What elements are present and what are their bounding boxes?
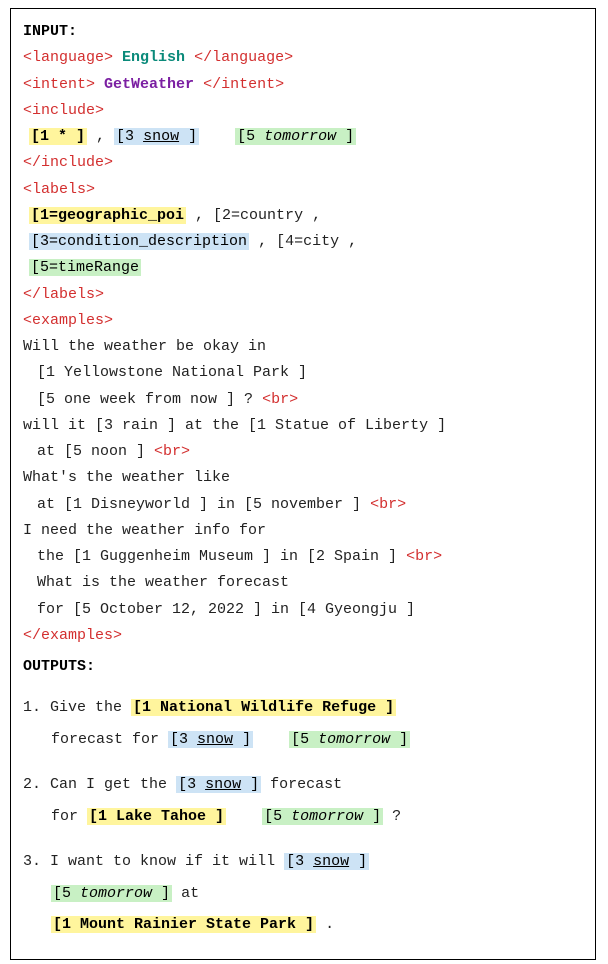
tag-examples-close: </examples> (23, 627, 122, 644)
output-1-slot5: [5 tomorrow ] (289, 731, 410, 748)
br-tag: <br> (370, 496, 406, 513)
example-3b: at [1 Disneyworld ] in [5 november ] (37, 496, 361, 513)
output-3-slot5: [5 tomorrow ] (51, 885, 172, 902)
output-1-slot1: [1 National Wildlife Refuge ] (131, 699, 396, 716)
label-3: [3=condition_description (29, 233, 249, 250)
output-2-slot3: [3 snow ] (176, 776, 261, 793)
comma: , (96, 128, 114, 145)
outputs-label: OUTPUTS: (23, 658, 95, 675)
tag-include-close: </include> (23, 154, 113, 171)
br-tag: <br> (406, 548, 442, 565)
tag-labels-close: </labels> (23, 286, 104, 303)
tag-language-close: </language> (194, 49, 293, 66)
include-slot-5: [5 tomorrow ] (235, 128, 356, 145)
tag-intent-open: <intent> (23, 76, 95, 93)
output-3-slot3: [3 snow ] (284, 853, 369, 870)
output-3-slot1: [1 Mount Rainier State Park ] (51, 916, 316, 933)
tag-intent-close: </intent> (203, 76, 284, 93)
label-1: [1=geographic_poi (29, 207, 186, 224)
output-1-slot3: [3 snow ] (168, 731, 253, 748)
include-slot-1: [1 * ] (29, 128, 87, 145)
include-slot-3: [3 snow ] (114, 128, 199, 145)
intent-value: GetWeather (104, 76, 194, 93)
label-5: [5=timeRange (29, 259, 141, 276)
example-5a: What is the weather forecast (37, 574, 289, 591)
label-4: , [4=city , (258, 233, 357, 250)
example-1a: Will the weather be okay in (23, 338, 266, 355)
example-4a: I need the weather info for (23, 522, 266, 539)
br-tag: <br> (154, 443, 190, 460)
output-2: 2. Can I get the [3 snow ] forecast for … (23, 769, 583, 832)
label-2: , [2=country , (195, 207, 321, 224)
example-2a: will it [3 rain ] at the [1 Statue of Li… (23, 417, 446, 434)
br-tag: <br> (262, 391, 298, 408)
tag-include-open: <include> (23, 102, 104, 119)
language-value: English (122, 49, 185, 66)
example-4b: the [1 Guggenheim Museum ] in [2 Spain ] (37, 548, 397, 565)
output-3: 3. I want to know if it will [3 snow ] [… (23, 846, 583, 941)
tag-language-open: <language> (23, 49, 113, 66)
example-1b: [1 Yellowstone National Park ] (37, 364, 307, 381)
output-2-slot1: [1 Lake Tahoe ] (87, 808, 226, 825)
tag-labels-open: <labels> (23, 181, 95, 198)
input-label: INPUT: (23, 23, 77, 40)
example-1c: [5 one week from now ] ? (37, 391, 253, 408)
output-2-slot5: [5 tomorrow ] (262, 808, 383, 825)
example-5b: for [5 October 12, 2022 ] in [4 Gyeongju… (37, 601, 415, 618)
figure-box: INPUT: <language> English </language> <i… (10, 8, 596, 960)
example-3a: What's the weather like (23, 469, 230, 486)
example-2b: at [5 noon ] (37, 443, 145, 460)
tag-examples-open: <examples> (23, 312, 113, 329)
output-1: 1. Give the [1 National Wildlife Refuge … (23, 692, 583, 755)
